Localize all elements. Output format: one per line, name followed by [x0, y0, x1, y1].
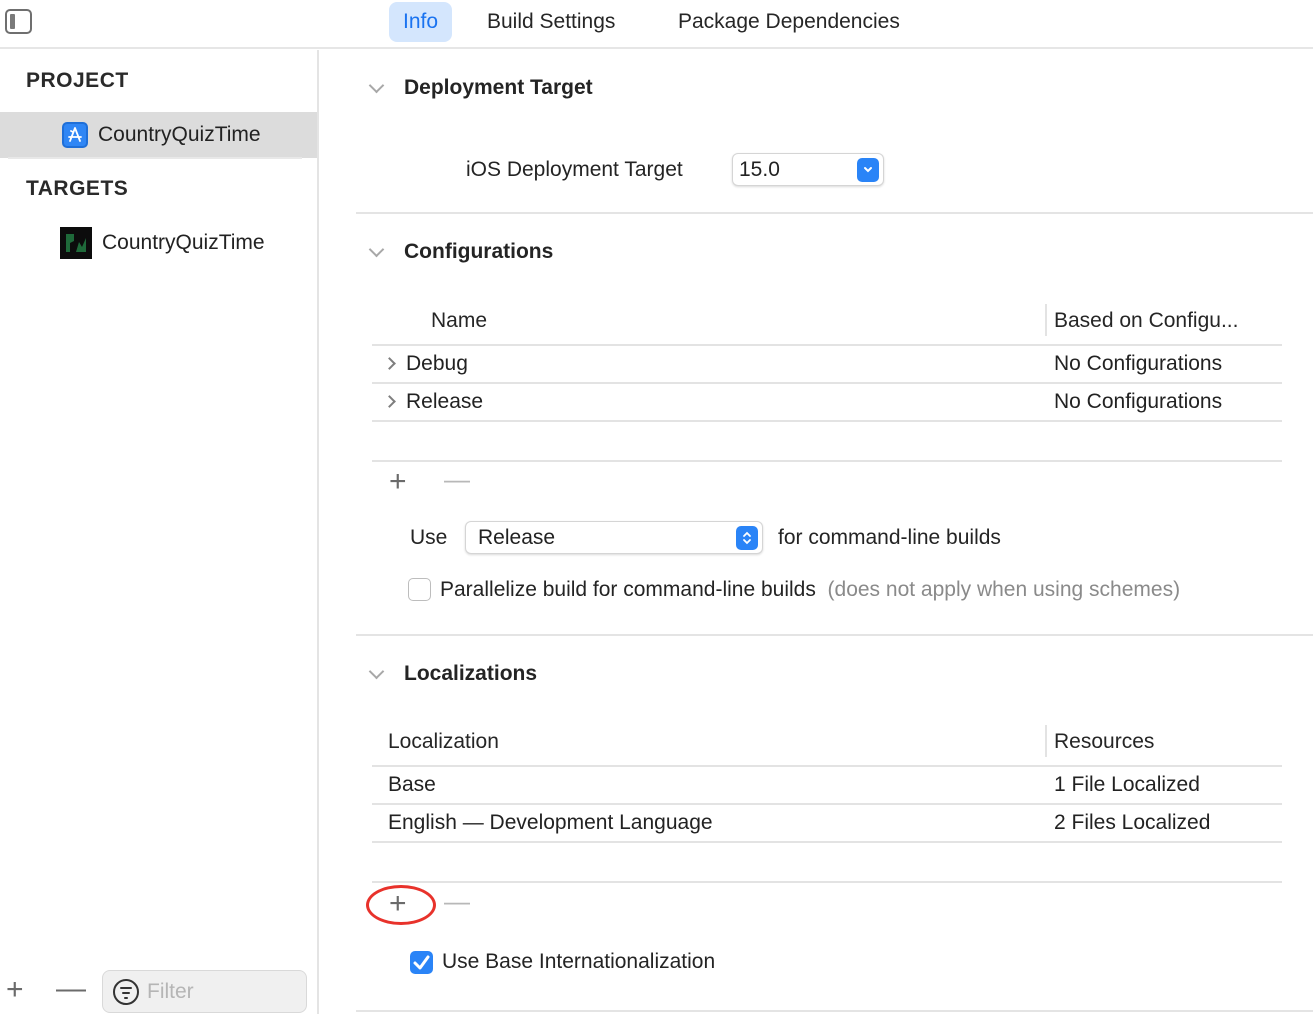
table-header: Localization Resources [372, 719, 1282, 765]
parallelize-text: Parallelize build for command-line build… [440, 578, 816, 601]
base-internationalization-checkbox[interactable] [410, 951, 433, 974]
minus-icon[interactable]: — [444, 888, 470, 914]
section-title: Localizations [404, 662, 538, 685]
chevron-down-icon[interactable] [368, 244, 384, 260]
parallelize-hint: (does not apply when using schemes) [827, 578, 1181, 601]
checkmark-icon [413, 955, 430, 970]
ios-deployment-target-label: iOS Deployment Target [466, 158, 683, 181]
tab-package-dependencies[interactable]: Package Dependencies [664, 2, 914, 42]
use-suffix-label: for command-line builds [778, 526, 1001, 549]
config-name: Release [406, 390, 484, 413]
filter-field[interactable] [102, 970, 307, 1013]
chevron-right-icon[interactable] [383, 395, 396, 408]
divider [372, 460, 1282, 462]
localization-name: Base [388, 773, 436, 796]
column-divider[interactable] [1045, 304, 1047, 336]
plus-icon[interactable]: + [389, 889, 407, 919]
config-based-on: No Configurations [1054, 352, 1223, 375]
table-empty-area [372, 420, 1282, 460]
divider [8, 157, 302, 159]
column-header-based-on[interactable]: Based on Configu... [1054, 298, 1238, 344]
parallelize-label: Parallelize build for command-line build… [440, 578, 1180, 602]
configurations-section-header: Configurations [368, 240, 553, 264]
targets-heading: TARGETS [26, 177, 129, 200]
divider [356, 634, 1313, 636]
config-based-on: No Configurations [1054, 390, 1223, 413]
column-divider[interactable] [1045, 725, 1047, 757]
divider [356, 1010, 1313, 1012]
sidebar-left-icon[interactable] [5, 9, 32, 34]
divider [356, 212, 1313, 214]
chevron-down-icon[interactable] [368, 80, 384, 96]
use-label: Use [410, 526, 448, 549]
app-target-icon [60, 227, 92, 259]
tab-build-settings[interactable]: Build Settings [473, 2, 629, 42]
chevron-right-icon[interactable] [383, 357, 396, 370]
plus-icon[interactable]: + [6, 975, 24, 1005]
filter-input[interactable] [147, 979, 297, 1004]
deployment-target-section-header: Deployment Target [368, 76, 593, 100]
column-header-name[interactable]: Name [431, 298, 487, 344]
table-empty-area [372, 841, 1282, 881]
plus-icon[interactable]: + [389, 467, 407, 497]
chevron-down-icon[interactable] [368, 666, 384, 682]
sidebar-item-label: CountryQuizTime [102, 231, 265, 254]
project-navigator-sidebar: PROJECT CountryQuizTime TARGETS CountryQ… [0, 50, 319, 1014]
localizations-section-header: Localizations [368, 662, 537, 686]
chevron-down-icon[interactable] [857, 158, 879, 182]
column-header-resources[interactable]: Resources [1054, 719, 1154, 765]
configurations-table: Name Based on Configu... Debug No Config… [372, 298, 1282, 462]
sidebar-item-target[interactable]: CountryQuizTime [0, 220, 317, 266]
config-name: Debug [406, 352, 468, 375]
section-title: Configurations [404, 240, 554, 263]
table-header: Name Based on Configu... [372, 298, 1282, 344]
sidebar-item-project[interactable]: CountryQuizTime [0, 112, 317, 158]
localizations-table: Localization Resources Base 1 File Local… [372, 719, 1282, 883]
divider [372, 881, 1282, 883]
filter-icon [113, 978, 139, 1005]
column-header-localization[interactable]: Localization [388, 719, 499, 765]
project-info-editor: Deployment Target iOS Deployment Target … [320, 50, 1313, 1014]
ios-deployment-target-value: 15.0 [739, 157, 780, 181]
parallelize-checkbox[interactable] [408, 578, 431, 601]
table-row[interactable]: Debug No Configurations [372, 344, 1282, 382]
sidebar-item-label: CountryQuizTime [98, 123, 261, 146]
up-down-chevron-icon[interactable] [736, 526, 758, 550]
minus-icon[interactable]: — [444, 466, 470, 492]
table-row[interactable]: Base 1 File Localized [372, 765, 1282, 803]
localization-resources: 1 File Localized [1054, 773, 1200, 796]
localization-resources: 2 Files Localized [1054, 811, 1211, 834]
editor-top-bar: Info Build Settings Package Dependencies [0, 0, 1313, 49]
minus-icon[interactable]: — [56, 974, 86, 1004]
project-heading: PROJECT [26, 69, 129, 92]
table-row[interactable]: Release No Configurations [372, 382, 1282, 420]
table-row[interactable]: English — Development Language 2 Files L… [372, 803, 1282, 841]
localization-name: English — Development Language [388, 811, 713, 834]
tab-info[interactable]: Info [389, 2, 453, 42]
command-line-config-popup[interactable]: Release [465, 521, 763, 554]
base-internationalization-label: Use Base Internationalization [442, 950, 716, 973]
ios-deployment-target-combobox[interactable]: 15.0 [732, 153, 884, 186]
section-title: Deployment Target [404, 76, 593, 99]
command-line-config-value: Release [478, 525, 556, 549]
xcode-project-icon [62, 122, 88, 148]
sidebar-bottom-bar: + — [0, 954, 317, 1014]
